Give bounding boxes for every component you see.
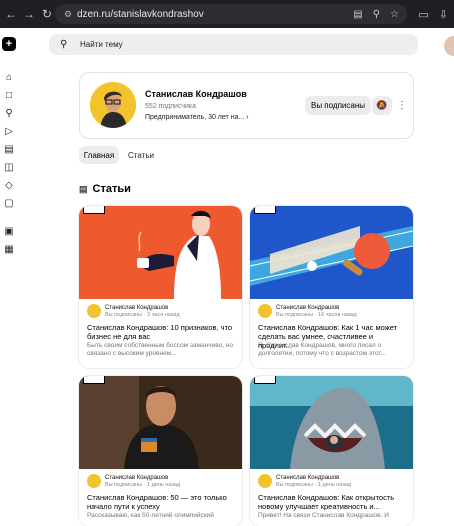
url-text: dzen.ru/stanislavkondrashov bbox=[77, 8, 204, 20]
video-icon[interactable]: ▷ bbox=[3, 126, 15, 138]
author-avatar bbox=[87, 304, 101, 318]
forward-icon[interactable]: → bbox=[20, 0, 38, 28]
search-input[interactable]: ⚲ Найти тему bbox=[49, 34, 418, 55]
article-image bbox=[250, 376, 413, 469]
news-icon[interactable]: ◫ bbox=[3, 162, 15, 174]
article-image bbox=[79, 376, 242, 469]
article-title[interactable]: Станислав Кондрашов: 50 — это только нач… bbox=[87, 493, 237, 511]
more-options-icon[interactable]: ⋮ bbox=[397, 97, 407, 114]
article-snippet: Рассказываю, как 50-летний олимпийский bbox=[87, 512, 214, 519]
notifications-icon[interactable]: □ bbox=[3, 90, 15, 102]
post-meta: Вы подписаны · 16 часов назад bbox=[276, 312, 357, 318]
author-name[interactable]: Станислав Кондрашов bbox=[276, 475, 339, 481]
article-card[interactable]: Станислав Кондрашов Вы подписаны · 1 ден… bbox=[250, 376, 413, 526]
chevron-right-icon: › bbox=[246, 114, 249, 121]
gift-icon[interactable]: ▦ bbox=[3, 244, 15, 256]
channel-description[interactable]: Предприниматель, 30 лет на... › bbox=[145, 114, 249, 121]
article-snippet: Я, Станислав Кондрашов, много писал о до… bbox=[258, 342, 387, 357]
channel-name[interactable]: Станислав Кондрашов bbox=[145, 89, 247, 99]
subscribed-button[interactable]: Вы подписаны bbox=[305, 96, 371, 115]
article-title[interactable]: Станислав Кондрашов: Как открытость ново… bbox=[258, 493, 408, 511]
channel-avatar[interactable] bbox=[90, 82, 136, 128]
article-card[interactable]: Станислав Кондрашов Вы подписаны · 16 ча… bbox=[250, 206, 413, 368]
section-heading: ▤ Статьи bbox=[79, 183, 131, 195]
site-info-icon[interactable]: ⚙ bbox=[59, 9, 77, 20]
browser-toolbar: ← → ↻ ⚙ dzen.ru/stanislavkondrashov ▤ ⚲ … bbox=[0, 0, 454, 28]
bell-off-icon[interactable]: 🔕 bbox=[372, 96, 392, 115]
subscriber-count: 552 подписчика bbox=[145, 103, 197, 110]
channel-header: Станислав Кондрашов 552 подписчика Предп… bbox=[79, 72, 414, 139]
article-snippet: Привет! На связи Станислав Кондрашов. И bbox=[258, 512, 389, 519]
articles-icon[interactable]: ▤ bbox=[3, 144, 15, 156]
user-avatar[interactable] bbox=[444, 36, 454, 56]
author-name[interactable]: Станислав Кондрашов bbox=[105, 305, 168, 311]
reload-icon[interactable]: ↻ bbox=[38, 0, 56, 28]
bookmark-star-icon[interactable]: ☆ bbox=[390, 9, 399, 20]
left-sidebar: + ⌂ □ ⚲ ▷ ▤ ◫ ◇ ▢ ▣ ▦ bbox=[0, 28, 20, 520]
author-avatar bbox=[87, 474, 101, 488]
article-image bbox=[250, 206, 413, 299]
games-icon[interactable]: ▣ bbox=[3, 226, 15, 238]
post-meta: Вы подписаны · 1 день назад bbox=[276, 482, 352, 488]
back-icon[interactable]: ← bbox=[2, 0, 20, 28]
translate-icon[interactable]: ▤ bbox=[353, 9, 362, 20]
channel-description-text: Предприниматель, 30 лет на... bbox=[145, 114, 245, 121]
article-snippet: Быть своим собственным боссом заманчиво,… bbox=[87, 342, 234, 357]
add-icon[interactable]: + bbox=[2, 37, 16, 51]
article-title[interactable]: Станислав Кондрашов: 10 признаков, что б… bbox=[87, 323, 237, 341]
article-image bbox=[79, 206, 242, 299]
post-meta: Вы подписаны · 3 часа назад bbox=[105, 312, 180, 318]
section-title: Статьи bbox=[92, 183, 131, 195]
card-badge bbox=[83, 206, 105, 214]
downloads-icon[interactable]: ⇩ bbox=[439, 8, 448, 21]
explore-icon[interactable]: ⚲ bbox=[3, 108, 15, 120]
article-icon: ▤ bbox=[79, 183, 88, 194]
post-meta: Вы подписаны · 1 день назад bbox=[105, 482, 181, 488]
cube-icon[interactable]: ◇ bbox=[3, 180, 15, 192]
extensions-icon[interactable]: ▭ bbox=[418, 8, 428, 21]
zoom-icon[interactable]: ⚲ bbox=[373, 9, 380, 20]
tab-home[interactable]: Главная bbox=[79, 146, 119, 164]
bookmarks-icon[interactable]: ▢ bbox=[3, 198, 15, 210]
author-name[interactable]: Станислав Кондрашов bbox=[276, 305, 339, 311]
article-card[interactable]: Станислав Кондрашов Вы подписаны · 1 ден… bbox=[79, 376, 242, 526]
home-icon[interactable]: ⌂ bbox=[3, 72, 15, 84]
address-bar[interactable]: ⚙ dzen.ru/stanislavkondrashov ▤ ⚲ ☆ bbox=[55, 4, 407, 24]
search-icon: ⚲ bbox=[60, 39, 68, 50]
card-badge bbox=[254, 206, 276, 214]
author-name[interactable]: Станислав Кондрашов bbox=[105, 475, 168, 481]
article-card[interactable]: Станислав Кондрашов Вы подписаны · 3 час… bbox=[79, 206, 242, 368]
author-avatar bbox=[258, 474, 272, 488]
tab-articles[interactable]: Статьи bbox=[124, 146, 158, 164]
author-avatar bbox=[258, 304, 272, 318]
search-placeholder: Найти тему bbox=[80, 40, 123, 49]
card-badge bbox=[254, 376, 276, 384]
card-badge bbox=[83, 376, 105, 384]
